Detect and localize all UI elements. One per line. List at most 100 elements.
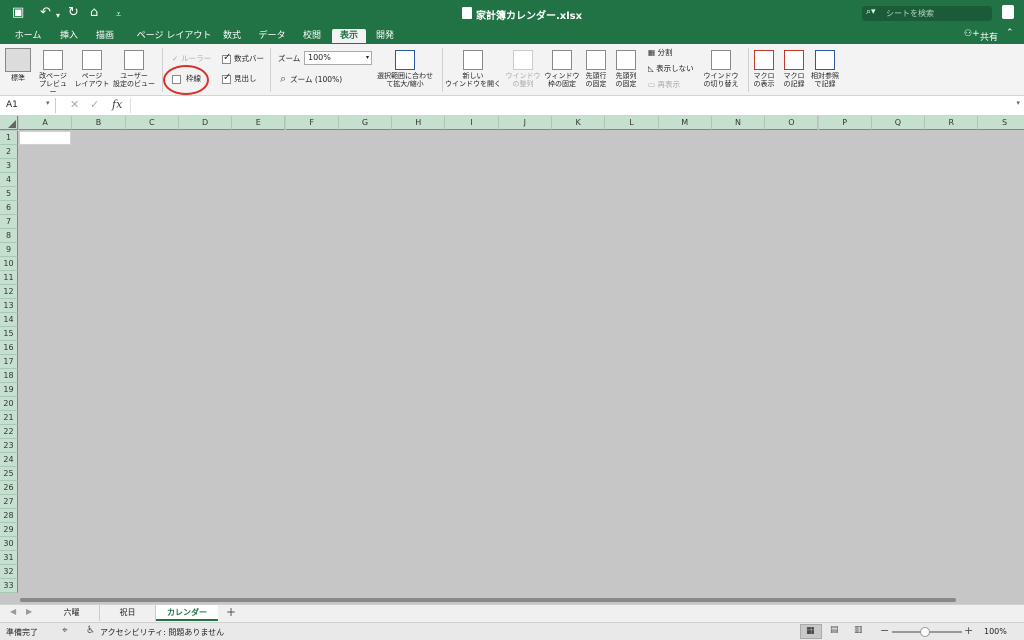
column-header-n[interactable]: N bbox=[711, 116, 766, 130]
row-header-3[interactable]: 3 bbox=[0, 159, 18, 173]
row-header-11[interactable]: 11 bbox=[0, 271, 18, 285]
tab-page-layout[interactable]: ページ レイアウト bbox=[128, 29, 220, 43]
sheet-tab-holidays[interactable]: 祝日 bbox=[100, 605, 156, 621]
home-icon[interactable]: ⌂ bbox=[90, 6, 98, 20]
next-sheet-icon[interactable]: ▶ bbox=[26, 607, 32, 616]
row-header-27[interactable]: 27 bbox=[0, 495, 18, 509]
tab-developer[interactable]: 開発 bbox=[370, 29, 400, 43]
cancel-icon[interactable]: ✕ bbox=[70, 98, 79, 111]
column-header-g[interactable]: G bbox=[338, 116, 393, 130]
row-header-1[interactable]: 1 bbox=[0, 131, 18, 145]
column-header-c[interactable]: C bbox=[125, 116, 179, 130]
column-header-e[interactable]: E bbox=[232, 116, 286, 130]
row-header-18[interactable]: 18 bbox=[0, 369, 18, 383]
column-header-f[interactable]: F bbox=[285, 116, 339, 130]
freeze-panes-button[interactable]: ウィンドウ 枠の固定 bbox=[542, 50, 582, 88]
row-header-23[interactable]: 23 bbox=[0, 439, 18, 453]
column-header-s[interactable]: S bbox=[978, 116, 1024, 130]
freeze-first-column-button[interactable]: 先頭列 の固定 bbox=[612, 50, 640, 88]
enter-icon[interactable]: ✓ bbox=[90, 98, 99, 111]
formula-input[interactable] bbox=[130, 98, 1010, 113]
row-header-10[interactable]: 10 bbox=[0, 257, 18, 271]
add-sheet-icon[interactable]: + bbox=[226, 605, 236, 619]
sheet-tab-rokuyo[interactable]: 六曜 bbox=[44, 605, 100, 621]
row-header-30[interactable]: 30 bbox=[0, 537, 18, 551]
row-header-21[interactable]: 21 bbox=[0, 411, 18, 425]
tab-insert[interactable]: 挿入 bbox=[54, 29, 84, 43]
zoom-select[interactable]: 100% ▾ bbox=[304, 51, 372, 65]
row-header-14[interactable]: 14 bbox=[0, 313, 18, 327]
row-header-24[interactable]: 24 bbox=[0, 453, 18, 467]
account-icon[interactable] bbox=[1002, 5, 1014, 19]
row-header-20[interactable]: 20 bbox=[0, 397, 18, 411]
row-header-2[interactable]: 2 bbox=[0, 145, 18, 159]
tab-review[interactable]: 校閲 bbox=[296, 29, 328, 43]
relative-reference-button[interactable]: 相対参照 で記録 bbox=[810, 50, 840, 88]
row-header-19[interactable]: 19 bbox=[0, 383, 18, 397]
row-header-13[interactable]: 13 bbox=[0, 299, 18, 313]
normal-view-button[interactable]: 標準 bbox=[4, 48, 32, 82]
row-header-33[interactable]: 33 bbox=[0, 579, 18, 593]
row-header-12[interactable]: 12 bbox=[0, 285, 18, 299]
switch-windows-button[interactable]: ウインドウ の切り替え bbox=[700, 50, 742, 88]
undo-dropdown-icon[interactable]: ▾ bbox=[56, 9, 60, 23]
expand-formula-icon[interactable]: ▾ bbox=[1016, 99, 1020, 107]
custom-views-button[interactable]: ユーザー 設定のビュー bbox=[112, 50, 156, 88]
zoom-in-icon[interactable]: + bbox=[964, 624, 973, 637]
column-header-l[interactable]: L bbox=[605, 116, 659, 130]
arrange-all-button[interactable]: ウインドウ の整列 bbox=[504, 50, 542, 88]
macro-status-icon[interactable]: ⌖ bbox=[62, 625, 68, 636]
row-header-32[interactable]: 32 bbox=[0, 565, 18, 579]
row-header-5[interactable]: 5 bbox=[0, 187, 18, 201]
row-header-26[interactable]: 26 bbox=[0, 481, 18, 495]
row-header-29[interactable]: 29 bbox=[0, 523, 18, 537]
hide-button[interactable]: ◺ 表示しない bbox=[648, 64, 694, 74]
worksheet-grid[interactable]: ABCDEFGHIJKLMNOPQRS 1 2 3 4 5 6 7 8 9 10 11 12 13 14 1… bbox=[0, 116, 1024, 604]
zoom-slider-handle[interactable] bbox=[920, 627, 930, 637]
column-header-h[interactable]: H bbox=[392, 116, 446, 130]
zoom-to-selection-button[interactable]: 選択範囲に合わせ て拡大/縮小 bbox=[376, 50, 434, 88]
share-button[interactable]: 共有 bbox=[980, 30, 998, 43]
previous-sheet-icon[interactable]: ◀ bbox=[10, 607, 16, 616]
page-layout-status-icon[interactable]: ▤ bbox=[830, 625, 839, 635]
column-header-r[interactable]: R bbox=[925, 116, 979, 130]
redo-icon[interactable]: ↻ bbox=[68, 6, 79, 20]
undo-icon[interactable]: ↶ bbox=[40, 6, 51, 20]
column-header-i[interactable]: I bbox=[445, 116, 499, 130]
row-header-22[interactable]: 22 bbox=[0, 425, 18, 439]
customize-toolbar-icon[interactable]: ⩡ bbox=[116, 8, 121, 22]
headings-checkbox[interactable]: 見出し bbox=[222, 73, 257, 84]
tab-formulas[interactable]: 数式 bbox=[218, 29, 246, 43]
column-header-d[interactable]: D bbox=[178, 116, 233, 130]
column-header-k[interactable]: K bbox=[552, 116, 606, 130]
page-break-preview-button[interactable]: 改ページ プレビュー bbox=[36, 50, 70, 96]
sheet-tab-calendar[interactable]: カレンダー bbox=[156, 605, 218, 621]
row-header-25[interactable]: 25 bbox=[0, 467, 18, 481]
row-header-28[interactable]: 28 bbox=[0, 509, 18, 523]
record-macro-button[interactable]: マクロ の記録 bbox=[780, 50, 808, 88]
horizontal-scrollbar[interactable] bbox=[20, 598, 956, 602]
row-header-9[interactable]: 9 bbox=[0, 243, 18, 257]
row-header-4[interactable]: 4 bbox=[0, 173, 18, 187]
zoom-out-icon[interactable]: − bbox=[880, 624, 889, 637]
row-header-7[interactable]: 7 bbox=[0, 215, 18, 229]
column-header-m[interactable]: M bbox=[658, 116, 712, 130]
name-box-dropdown-icon[interactable]: ▾ bbox=[46, 99, 50, 107]
row-header-31[interactable]: 31 bbox=[0, 551, 18, 565]
column-header-p[interactable]: P bbox=[818, 116, 872, 130]
row-header-6[interactable]: 6 bbox=[0, 201, 18, 215]
share-icon[interactable]: ⚇+ bbox=[964, 29, 980, 39]
insert-function-icon[interactable]: fx bbox=[112, 98, 122, 111]
row-header-8[interactable]: 8 bbox=[0, 229, 18, 243]
ribbon-collapse-icon[interactable]: ⌃ bbox=[1006, 28, 1014, 38]
view-macros-button[interactable]: マクロ の表示 bbox=[750, 50, 778, 88]
page-break-status-icon[interactable]: ▥ bbox=[854, 625, 863, 635]
search-box[interactable]: ⌕▾ シートを検索 bbox=[862, 6, 992, 21]
save-icon[interactable]: ▣ bbox=[12, 6, 24, 20]
formula-bar-checkbox[interactable]: 数式バー bbox=[222, 53, 264, 64]
split-button[interactable]: ▦ 分割 bbox=[648, 48, 672, 58]
row-header-15[interactable]: 15 bbox=[0, 327, 18, 341]
new-window-button[interactable]: 新しい ウインドウを開く bbox=[444, 50, 502, 88]
column-header-o[interactable]: O bbox=[765, 116, 819, 130]
select-all-corner[interactable] bbox=[0, 116, 18, 130]
